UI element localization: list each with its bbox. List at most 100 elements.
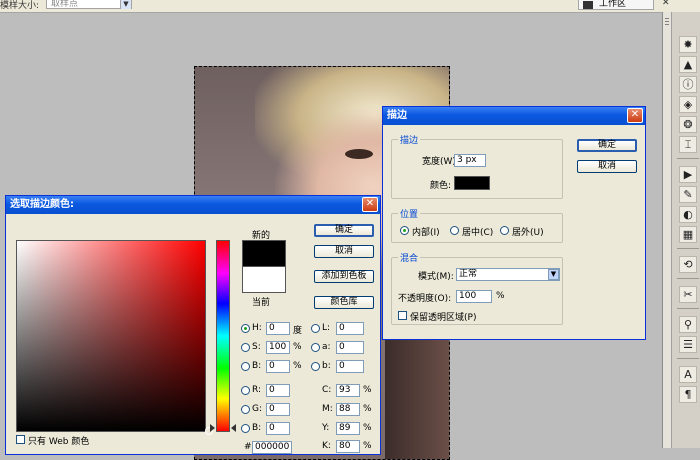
cancel-button[interactable]: 取消 [314,245,374,258]
saturation-radio[interactable] [241,343,250,352]
red-input[interactable]: 0 [266,384,290,397]
cyan-input[interactable]: 93 [336,384,360,397]
actions-icon[interactable]: ▶ [679,166,697,183]
blue-label: B: [252,423,262,433]
hue-radio[interactable] [241,324,250,333]
hue-slider[interactable] [216,240,230,432]
history-icon[interactable]: ⟲ [679,256,697,273]
blue-input[interactable]: 0 [266,422,290,435]
photo-shadow [385,337,449,459]
lab-l-radio[interactable] [311,324,320,333]
separator [677,248,699,249]
histogram-icon[interactable]: ▲ [679,56,697,73]
options-bar: 模样大小: 取样点 ▼ 工作区 ✕ [0,0,700,13]
lab-b-label: b: [322,361,331,371]
tool-presets-icon[interactable]: ✂ [679,286,697,303]
center-radio[interactable] [450,226,459,235]
green-input[interactable]: 0 [266,403,290,416]
lab-b-input[interactable]: 0 [336,360,364,373]
sample-select[interactable]: 取样点 ▼ [46,0,132,9]
yellow-unit: % [363,423,372,433]
separator [677,158,699,159]
black-unit: % [363,441,372,451]
cancel-button[interactable]: 取消 [577,160,637,173]
workspace-button[interactable]: 工作区 [578,0,654,10]
clone-source-icon[interactable]: ⚲ [679,316,697,333]
width-input[interactable]: 3 px [454,154,486,167]
color-libraries-button[interactable]: 颜色库 [314,296,374,309]
blend-group-title: 混合 [398,251,421,264]
add-to-swatches-button[interactable]: 添加到色板 [314,270,374,283]
grip-icon [665,18,669,19]
magenta-input[interactable]: 88 [336,403,360,416]
green-radio[interactable] [241,405,250,414]
current-color-swatch[interactable] [242,266,286,293]
close-icon[interactable]: ✕ [362,197,378,212]
opacity-unit: % [496,291,505,301]
lab-b-radio[interactable] [311,362,320,371]
chevron-down-icon[interactable]: ▼ [548,269,559,280]
channels-icon[interactable]: ❂ [679,116,697,133]
layer-comps-icon[interactable]: ☰ [679,336,697,353]
brightness-radio[interactable] [241,362,250,371]
cyan-unit: % [363,385,372,395]
outside-radio[interactable] [500,226,509,235]
character-icon[interactable]: A [679,366,697,383]
swatches-icon[interactable]: ▦ [679,226,697,243]
grip-icon [665,24,669,25]
hue-slider-arrow-left[interactable] [210,424,215,432]
black-label: K: [322,441,331,451]
blue-radio[interactable] [241,424,250,433]
saturation-input[interactable]: 100 [266,341,290,354]
lab-a-radio[interactable] [311,343,320,352]
paragraph-icon[interactable]: ¶ [679,386,697,403]
web-colors-label: 只有 Web 颜色 [28,437,90,447]
web-colors-checkbox[interactable] [16,435,25,444]
black-input[interactable]: 80 [336,440,360,453]
brush-icon[interactable]: ✎ [679,186,697,203]
close-icon[interactable]: ✕ [662,0,670,8]
color-picker-dialog: 选取描边颜色: ✕ 新的 当前 确定 取消 添加到色板 颜色库 H: 0 度 S… [5,195,381,455]
paths-icon[interactable]: ⌶ [679,136,697,153]
inside-radio[interactable] [400,226,409,235]
lab-a-input[interactable]: 0 [336,341,364,354]
preserve-transparency-label: 保留透明区域(P) [410,313,477,323]
separator [677,358,699,359]
stroke-group-title: 描边 [398,133,421,146]
ok-button[interactable]: 确定 [577,139,637,152]
info-icon[interactable]: ⓘ [679,76,697,93]
navigator-icon[interactable]: ✸ [679,36,697,53]
lab-a-label: a: [322,342,331,352]
color-icon[interactable]: ◐ [679,206,697,223]
opacity-input[interactable]: 100 [456,290,492,303]
workspace-icon [583,1,593,9]
red-label: R: [252,385,262,395]
outside-label: 居外(U) [512,228,544,238]
color-picker-titlebar[interactable]: 选取描边颜色: ✕ [6,196,380,214]
preserve-transparency-checkbox[interactable] [398,311,407,320]
red-radio[interactable] [241,386,250,395]
color-field[interactable] [16,240,213,435]
position-group: 位置 内部(I) 居中(C) 居外(U) [391,207,563,243]
yellow-label: Y: [322,423,330,433]
brightness-input[interactable]: 0 [266,360,290,373]
sample-size-label: 模样大小: [0,1,40,11]
brightness-label: B: [252,361,262,371]
stroke-color-swatch[interactable] [454,176,490,190]
hue-slider-arrow-right[interactable] [231,424,236,432]
yellow-input[interactable]: 89 [336,422,360,435]
chevron-down-icon[interactable]: ▼ [120,0,131,9]
stroke-dialog-titlebar[interactable]: 描边 ✕ [383,107,645,125]
close-icon[interactable]: ✕ [627,108,643,123]
position-group-title: 位置 [398,207,421,220]
color-label: 颜色: [430,181,452,191]
hue-input[interactable]: 0 [266,322,290,335]
center-label: 居中(C) [462,228,494,238]
ok-button[interactable]: 确定 [314,224,374,237]
mode-select[interactable]: 正常 [456,268,560,281]
dock-strip[interactable] [663,12,672,448]
blend-group: 混合 模式(M): 正常 ▼ 不透明度(O): 100 % 保留透明区域(P) [391,251,563,325]
magenta-unit: % [363,404,372,414]
layers-icon[interactable]: ◈ [679,96,697,113]
lab-l-input[interactable]: 0 [336,322,364,335]
